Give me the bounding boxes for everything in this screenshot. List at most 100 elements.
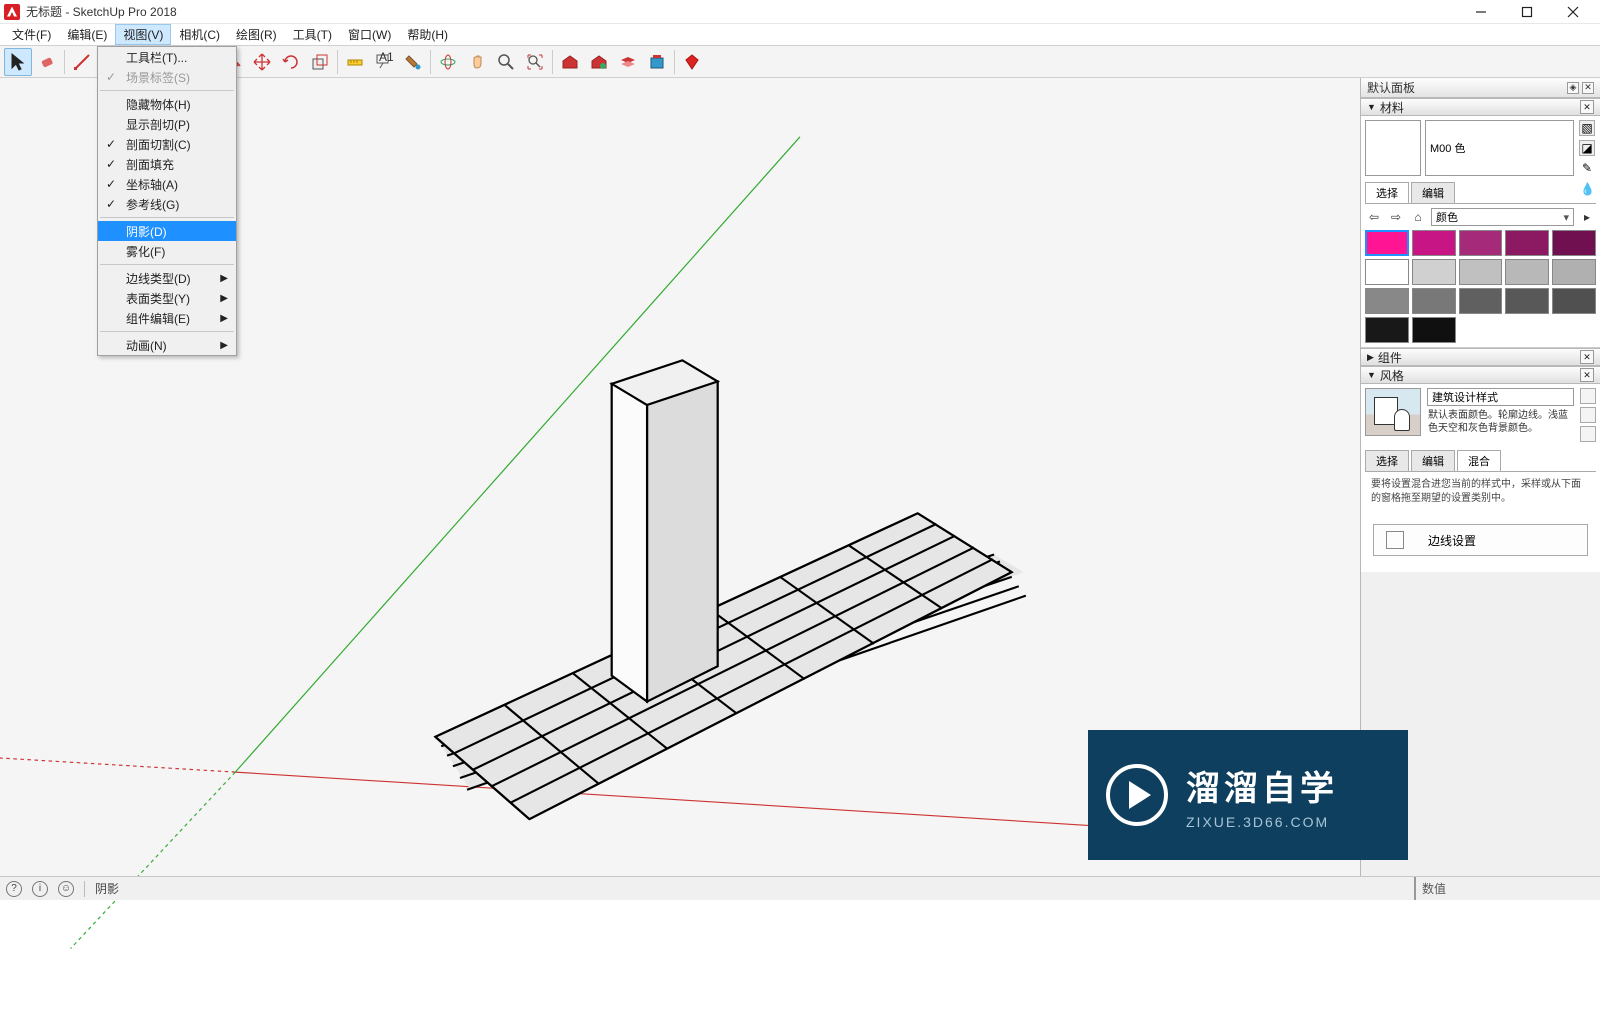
- styles-header[interactable]: ▼风格✕: [1361, 366, 1600, 384]
- user-icon[interactable]: ☺: [58, 881, 74, 897]
- close-icon[interactable]: ✕: [1582, 82, 1594, 94]
- color-swatch[interactable]: [1412, 230, 1456, 256]
- close-icon[interactable]: ✕: [1580, 368, 1594, 382]
- color-swatch[interactable]: [1505, 288, 1549, 314]
- styles-label: 风格: [1380, 367, 1404, 384]
- color-swatch[interactable]: [1365, 230, 1409, 256]
- color-swatch[interactable]: [1552, 259, 1596, 285]
- menu-item-edge-style[interactable]: 边线类型(D)▶: [98, 268, 236, 288]
- menu-help[interactable]: 帮助(H): [399, 24, 456, 45]
- components-label: 组件: [1378, 349, 1402, 366]
- menu-tools[interactable]: 工具(T): [285, 24, 340, 45]
- materials-header[interactable]: ▼材料✕: [1361, 98, 1600, 116]
- eyedropper-icon[interactable]: 💧: [1580, 182, 1596, 198]
- menu-item-face-style[interactable]: 表面类型(Y)▶: [98, 288, 236, 308]
- eraser-tool[interactable]: [33, 48, 61, 76]
- material-collection-select[interactable]: 颜色: [1431, 208, 1574, 226]
- tab-select[interactable]: 选择: [1365, 182, 1409, 203]
- color-swatch[interactable]: [1552, 230, 1596, 256]
- nav-back-icon[interactable]: ⇦: [1365, 208, 1383, 226]
- color-swatch[interactable]: [1505, 230, 1549, 256]
- menu-window[interactable]: 窗口(W): [340, 24, 399, 45]
- material-name-input[interactable]: M00 色: [1425, 120, 1574, 176]
- layers-tool[interactable]: [614, 48, 642, 76]
- nav-forward-icon[interactable]: ⇨: [1387, 208, 1405, 226]
- maximize-button[interactable]: [1504, 0, 1550, 24]
- rotate-tool[interactable]: [277, 48, 305, 76]
- menu-item-toolbars[interactable]: 工具栏(T)...: [98, 47, 236, 67]
- create-material-icon[interactable]: ▧: [1579, 120, 1595, 136]
- tape-tool[interactable]: [341, 48, 369, 76]
- color-swatch[interactable]: [1412, 259, 1456, 285]
- pencil-icon[interactable]: ✎: [1579, 160, 1595, 176]
- menu-item-hidden-geometry[interactable]: 隐藏物体(H): [98, 94, 236, 114]
- tab-edit[interactable]: 编辑: [1411, 182, 1455, 203]
- paint-tool[interactable]: [399, 48, 427, 76]
- text-tool[interactable]: A1: [370, 48, 398, 76]
- menu-item-axes[interactable]: ✓坐标轴(A): [98, 174, 236, 194]
- menu-item-component-edit[interactable]: 组件编辑(E)▶: [98, 308, 236, 328]
- info-icon[interactable]: i: [32, 881, 48, 897]
- toolbar-separator: [552, 50, 553, 74]
- menu-separator: [100, 90, 234, 91]
- extension1-tool[interactable]: [643, 48, 671, 76]
- pan-tool[interactable]: [463, 48, 491, 76]
- color-swatch[interactable]: [1459, 259, 1503, 285]
- edge-settings-button[interactable]: 边线设置: [1373, 524, 1588, 556]
- pin-icon[interactable]: ◈: [1567, 82, 1579, 94]
- color-swatch[interactable]: [1505, 259, 1549, 285]
- color-swatch[interactable]: [1412, 317, 1456, 343]
- menu-item-guides[interactable]: ✓参考线(G): [98, 194, 236, 214]
- color-swatch[interactable]: [1365, 259, 1409, 285]
- style-update-icon[interactable]: [1580, 388, 1596, 404]
- ruby-tool[interactable]: [678, 48, 706, 76]
- color-swatch[interactable]: [1552, 288, 1596, 314]
- menu-edit[interactable]: 编辑(E): [59, 24, 115, 45]
- menu-file[interactable]: 文件(F): [4, 24, 59, 45]
- menu-item-scene-tabs[interactable]: ✓场景标签(S): [98, 67, 236, 87]
- orbit-tool[interactable]: [434, 48, 462, 76]
- move-tool[interactable]: [248, 48, 276, 76]
- tab-edit[interactable]: 编辑: [1411, 450, 1455, 471]
- tray-title[interactable]: 默认面板 ◈ ✕: [1361, 78, 1600, 98]
- menu-item-animation[interactable]: 动画(N)▶: [98, 335, 236, 355]
- color-swatch[interactable]: [1365, 317, 1409, 343]
- menu-camera[interactable]: 相机(C): [171, 24, 228, 45]
- home-icon[interactable]: ⌂: [1409, 208, 1427, 226]
- style-thumbnail[interactable]: [1365, 388, 1421, 436]
- zoom-extents-tool[interactable]: [521, 48, 549, 76]
- style-refresh-icon[interactable]: [1580, 426, 1596, 442]
- details-icon[interactable]: ▸: [1578, 208, 1596, 226]
- components-header[interactable]: ▶组件✕: [1361, 348, 1600, 366]
- color-swatch[interactable]: [1459, 230, 1503, 256]
- color-swatch[interactable]: [1459, 288, 1503, 314]
- color-swatch[interactable]: [1412, 288, 1456, 314]
- submenu-arrow-icon: ▶: [220, 340, 228, 351]
- menu-item-section-fill[interactable]: ✓剖面填充: [98, 154, 236, 174]
- style-new-icon[interactable]: [1580, 407, 1596, 423]
- close-icon[interactable]: ✕: [1580, 100, 1594, 114]
- default-material-icon[interactable]: ◪: [1579, 140, 1595, 156]
- color-swatch[interactable]: [1365, 288, 1409, 314]
- tab-mix[interactable]: 混合: [1457, 450, 1501, 471]
- scale-tool[interactable]: [306, 48, 334, 76]
- style-name-input[interactable]: 建筑设计样式: [1427, 388, 1574, 406]
- tab-select[interactable]: 选择: [1365, 450, 1409, 471]
- warehouse2-tool[interactable]: [585, 48, 613, 76]
- zoom-tool[interactable]: [492, 48, 520, 76]
- select-tool[interactable]: [4, 48, 32, 76]
- close-icon[interactable]: ✕: [1580, 350, 1594, 364]
- help-icon[interactable]: ?: [6, 881, 22, 897]
- menu-item-section-planes[interactable]: 显示剖切(P): [98, 114, 236, 134]
- menu-draw[interactable]: 绘图(R): [228, 24, 285, 45]
- line-tool[interactable]: [68, 48, 96, 76]
- menu-view[interactable]: 视图(V): [115, 24, 171, 45]
- close-button[interactable]: [1550, 0, 1596, 24]
- menu-item-fog[interactable]: 雾化(F): [98, 241, 236, 261]
- measurement-box[interactable]: 数值: [1414, 877, 1594, 900]
- material-preview[interactable]: [1365, 120, 1421, 176]
- minimize-button[interactable]: [1458, 0, 1504, 24]
- menu-item-section-cuts[interactable]: ✓剖面切割(C): [98, 134, 236, 154]
- warehouse1-tool[interactable]: [556, 48, 584, 76]
- menu-item-shadows[interactable]: 阴影(D): [98, 221, 236, 241]
